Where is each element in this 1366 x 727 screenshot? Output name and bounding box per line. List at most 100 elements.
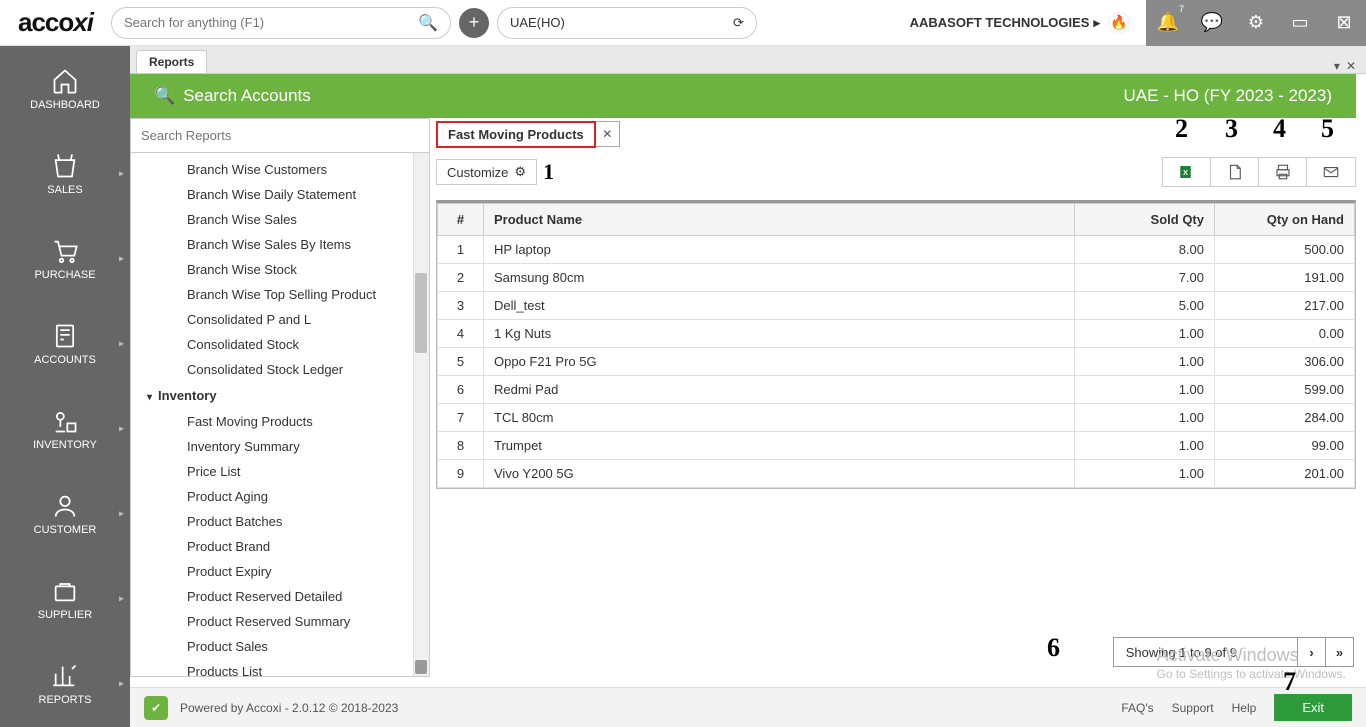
search-icon: 🔍 — [154, 86, 175, 106]
list-item[interactable]: Branch Wise Sales — [131, 207, 429, 232]
chevron-right-icon: ▸ — [119, 678, 124, 689]
table-row[interactable]: 1 HP laptop 8.00 500.00 — [438, 236, 1355, 264]
pagination-info: Showing 1 to 9 of 9 — [1114, 645, 1297, 660]
table-row[interactable]: 8 Trumpet 1.00 99.00 — [438, 432, 1355, 460]
col-sold-qty[interactable]: Sold Qty — [1075, 204, 1215, 236]
list-item[interactable]: Product Aging — [131, 484, 429, 509]
next-page-button[interactable]: › — [1297, 638, 1325, 666]
list-item[interactable]: Product Expiry — [131, 559, 429, 584]
location-selector[interactable]: UAE(HO) ⟳ — [497, 7, 757, 39]
topbar: accoxi 🔍 + UAE(HO) ⟳ AABASOFT TECHNOLOGI… — [0, 0, 1366, 46]
search-icon: 🔍 — [418, 13, 438, 33]
col-index[interactable]: # — [438, 204, 484, 236]
export-toolbar: X — [1162, 157, 1356, 187]
nav-purchase[interactable]: PURCHASE▸ — [0, 216, 130, 301]
chevron-right-icon: ▸ — [119, 593, 124, 604]
table-row[interactable]: 4 1 Kg Nuts 1.00 0.00 — [438, 320, 1355, 348]
col-qty-on-hand[interactable]: Qty on Hand — [1215, 204, 1355, 236]
table-row[interactable]: 5 Oppo F21 Pro 5G 1.00 306.00 — [438, 348, 1355, 376]
data-table: # Product Name Sold Qty Qty on Hand 1 HP… — [436, 200, 1356, 489]
nav-inventory[interactable]: INVENTORY▸ — [0, 386, 130, 471]
footer-link-faqs[interactable]: FAQ's — [1121, 701, 1153, 715]
list-item[interactable]: Products List — [131, 659, 429, 676]
group-inventory[interactable]: Inventory — [131, 382, 429, 409]
list-item[interactable]: Branch Wise Stock — [131, 257, 429, 282]
print-button[interactable] — [1259, 158, 1307, 186]
nav-accounts[interactable]: ACCOUNTS▸ — [0, 301, 130, 386]
gear-icon: ⚙ — [514, 164, 526, 180]
chevron-right-icon: ▸ — [119, 423, 124, 434]
list-item[interactable]: Consolidated Stock — [131, 332, 429, 357]
list-item[interactable]: Branch Wise Customers — [131, 157, 429, 182]
window-toolbar: 🔔7 💬 ⚙ ▭ ⊠ — [1146, 0, 1366, 46]
list-item[interactable]: Consolidated Stock Ledger — [131, 357, 429, 382]
company-name[interactable]: AABASOFT TECHNOLOGIES▸ — [910, 15, 1100, 31]
list-item[interactable]: Price List — [131, 459, 429, 484]
last-page-button[interactable]: » — [1325, 638, 1353, 666]
table-row[interactable]: 7 TCL 80cm 1.00 284.00 — [438, 404, 1355, 432]
table-row[interactable]: 2 Samsung 80cm 7.00 191.00 — [438, 264, 1355, 292]
subtab-fast-moving-products[interactable]: Fast Moving Products — [436, 121, 596, 148]
list-item[interactable]: Product Reserved Summary — [131, 609, 429, 634]
report-search-input[interactable] — [131, 119, 429, 153]
search-input[interactable] — [124, 15, 418, 30]
list-item[interactable]: Branch Wise Daily Statement — [131, 182, 429, 207]
table-row[interactable]: 9 Vivo Y200 5G 1.00 201.00 — [438, 460, 1355, 488]
chevron-right-icon: ▸ — [119, 253, 124, 264]
chevron-right-icon: ▸ — [1093, 15, 1100, 31]
page-header: 🔍 Search Accounts UAE - HO (FY 2023 - 20… — [130, 74, 1356, 118]
table-header-row: # Product Name Sold Qty Qty on Hand — [438, 204, 1355, 236]
tab-reports[interactable]: Reports — [136, 50, 207, 73]
list-item[interactable]: Product Batches — [131, 509, 429, 534]
email-button[interactable] — [1307, 158, 1355, 186]
report-sidebar: Branch Wise Customers Branch Wise Daily … — [130, 118, 430, 677]
list-item[interactable]: Fast Moving Products — [131, 409, 429, 434]
scroll-down-icon[interactable] — [415, 660, 427, 674]
list-item[interactable]: Branch Wise Top Selling Product — [131, 282, 429, 307]
scrollbar[interactable] — [413, 153, 429, 676]
list-item[interactable]: Inventory Summary — [131, 434, 429, 459]
dropdown-icon[interactable]: ▾ — [1334, 59, 1340, 73]
table-row[interactable]: 3 Dell_test 5.00 217.00 — [438, 292, 1355, 320]
fire-icon[interactable]: 🔥 — [1108, 12, 1130, 34]
footer: ✔ Powered by Accoxi - 2.0.12 © 2018-2023… — [130, 687, 1366, 727]
list-item[interactable]: Product Reserved Detailed — [131, 584, 429, 609]
gear-icon[interactable]: ⚙ — [1234, 0, 1278, 46]
tab-close-icon[interactable]: ✕ — [1346, 59, 1356, 73]
customize-button[interactable]: Customize ⚙ — [436, 159, 537, 185]
report-list[interactable]: Branch Wise Customers Branch Wise Daily … — [131, 153, 429, 676]
list-item[interactable]: Branch Wise Sales By Items — [131, 232, 429, 257]
chat-icon[interactable]: 💬 — [1190, 0, 1234, 46]
list-item[interactable]: Consolidated P and L — [131, 307, 429, 332]
global-search[interactable]: 🔍 — [111, 7, 451, 39]
table-row[interactable]: 6 Redmi Pad 1.00 599.00 — [438, 376, 1355, 404]
export-pdf-button[interactable] — [1211, 158, 1259, 186]
export-excel-button[interactable]: X — [1163, 158, 1211, 186]
subtab-close-icon[interactable]: ✕ — [596, 121, 620, 147]
close-icon[interactable]: ⊠ — [1322, 0, 1366, 46]
fiscal-year-label: UAE - HO (FY 2023 - 2023) — [1124, 86, 1333, 106]
refresh-icon[interactable]: ⟳ — [733, 15, 744, 31]
chevron-right-icon: ▸ — [119, 338, 124, 349]
minimize-icon[interactable]: ▭ — [1278, 0, 1322, 46]
nav-sales[interactable]: SALES▸ — [0, 131, 130, 216]
exit-button[interactable]: Exit — [1274, 694, 1352, 721]
chevron-right-icon: ▸ — [119, 168, 124, 179]
scroll-thumb[interactable] — [415, 273, 427, 353]
footer-link-support[interactable]: Support — [1172, 701, 1214, 715]
bell-icon[interactable]: 🔔7 — [1146, 0, 1190, 46]
list-item[interactable]: Product Sales — [131, 634, 429, 659]
add-button[interactable]: + — [459, 8, 489, 38]
svg-text:X: X — [1182, 168, 1187, 177]
annotation-1: 1 — [543, 159, 554, 185]
nav-supplier[interactable]: SUPPLIER▸ — [0, 556, 130, 641]
main-content: Fast Moving Products ✕ Customize ⚙ 1 X 2… — [436, 118, 1356, 677]
nav-dashboard[interactable]: DASHBOARD — [0, 46, 130, 131]
nav-reports[interactable]: REPORTS▸ — [0, 641, 130, 726]
powered-by-label: Powered by Accoxi - 2.0.12 © 2018-2023 — [180, 701, 398, 715]
page-title[interactable]: Search Accounts — [183, 86, 311, 106]
col-product-name[interactable]: Product Name — [484, 204, 1075, 236]
list-item[interactable]: Product Brand — [131, 534, 429, 559]
nav-customer[interactable]: CUSTOMER▸ — [0, 471, 130, 556]
footer-link-help[interactable]: Help — [1232, 701, 1257, 715]
